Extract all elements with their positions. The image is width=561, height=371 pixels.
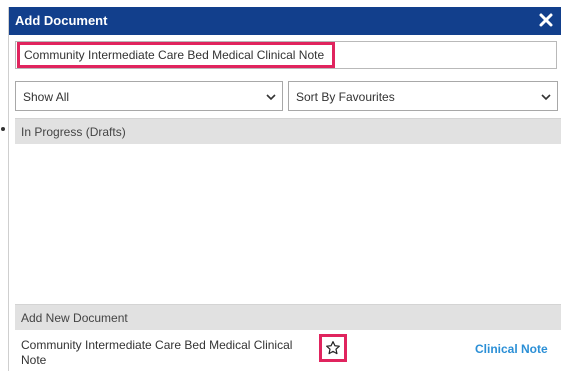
show-filter-select[interactable]: Show All	[15, 81, 283, 111]
favourite-button[interactable]	[319, 334, 347, 362]
drafts-section-title: In Progress (Drafts)	[21, 125, 126, 139]
search-input[interactable]	[17, 42, 335, 68]
chevron-down-icon	[541, 94, 551, 101]
new-document-section-title: Add New Document	[21, 311, 128, 325]
list-item[interactable]: Community Intermediate Care Bed Medical …	[15, 330, 561, 371]
add-document-dialog: Add Document Show All Sort By Favourites…	[8, 7, 561, 371]
dialog-title: Add Document	[15, 13, 108, 28]
sort-select[interactable]: Sort By Favourites	[288, 81, 558, 111]
show-filter-label: Show All	[23, 90, 70, 104]
drafts-section-header: In Progress (Drafts)	[15, 118, 561, 144]
chevron-down-icon	[266, 94, 276, 101]
drafts-list	[15, 144, 561, 304]
star-outline-icon	[326, 341, 340, 355]
sort-label: Sort By Favourites	[296, 90, 395, 104]
new-document-section-header: Add New Document	[15, 304, 561, 330]
close-icon[interactable]	[538, 12, 554, 28]
dialog-titlebar: Add Document	[9, 7, 561, 35]
document-type-link[interactable]: Clinical Note	[475, 342, 548, 356]
search-field-container	[15, 41, 557, 69]
document-name: Community Intermediate Care Bed Medical …	[21, 338, 293, 367]
bullet-dot	[1, 127, 5, 131]
